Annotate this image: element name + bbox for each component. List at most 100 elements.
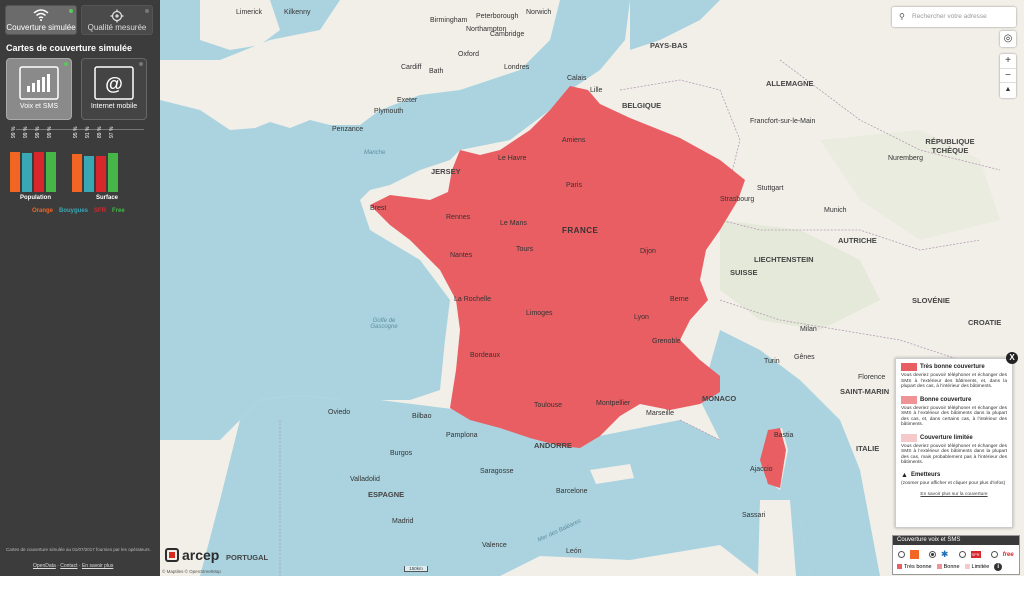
tab-couverture-simulee[interactable]: Couverture simulée [5,5,77,35]
label-marseille: Marseille [646,410,675,417]
operator-legend-free: Free [112,208,125,214]
bar-fill [34,152,44,192]
label-republique-tcheque: RÉPUBLIQUE TCHÈQUE [925,137,975,155]
label-birmingham: Birmingham [430,17,468,24]
locate-button[interactable]: ◎ [1000,31,1016,47]
label-florence: Florence [858,374,886,381]
bar-value-label: 99 % [47,126,53,138]
label-france: FRANCE [562,226,599,235]
label-londres: Londres [504,64,530,71]
label-nuremberg: Nuremberg [888,155,924,162]
radio-sfr[interactable] [959,551,967,559]
tab-qualite-mesuree[interactable]: Qualité mesurée [81,5,153,35]
legend-swatch [901,433,917,442]
signal-bars-icon [7,65,71,101]
label-espagne: ESPAGNE [368,490,405,499]
link-opendata[interactable]: OpenData [33,563,56,569]
label-le-mans: Le Mans [500,220,527,227]
bar-sfr: 89 % [96,127,106,192]
label-suisse: SUISSE [730,268,758,277]
search-input[interactable]: ⚲ Rechercher votre adresse [892,7,1016,27]
legend-swatch [901,395,917,404]
service-cards: Voix et SMS @ Internet mobile [0,53,160,120]
operator-free[interactable]: free [991,546,1014,564]
legend-text: (zoomer pour afficher et cliquer pour pl… [901,480,1006,486]
close-icon[interactable]: X [1006,352,1018,364]
legend-title: Couverture limitée [920,434,973,441]
operator-bouygues[interactable]: ✱ [929,546,948,564]
label-golfe-gascogne: Golfe de Gascogne [370,318,398,330]
bottom-bar [0,576,1024,606]
zoom-in-button[interactable]: + [1000,54,1016,68]
card-voix-sms[interactable]: Voix et SMS [6,58,72,120]
bar-value-label: 99 % [35,126,41,138]
operator-selector: ✱ SFR free [893,548,1019,562]
bar-orange: 99 % [10,127,20,192]
bar-fill [22,152,32,192]
label-munich: Munich [824,207,847,214]
legend-item-tres-bonne: Très bonne couverture Vous devriez pouvo… [901,363,1007,390]
compass-icon[interactable]: ▲ [1000,82,1016,96]
radio-bouygues[interactable] [929,551,937,559]
operator-sfr[interactable]: SFR [959,546,981,564]
operator-orange[interactable] [898,546,919,564]
label-ajaccio: Ajaccio [750,466,773,473]
label-oviedo: Oviedo [328,409,351,416]
label-manche: Manche [364,150,386,156]
label-allemagne: ALLEMAGNE [766,79,814,88]
zoom-out-button[interactable]: − [1000,68,1016,82]
coverage-bar-chart: 99 % 99 % 99 % 99 % 95 % 91 % 89 % 97 % [10,127,118,192]
link-en-savoir-plus[interactable]: En savoir plus [82,563,113,569]
link-contact[interactable]: Contact [60,563,77,569]
bar-value-label: 89 % [97,126,103,138]
card-label: Internet mobile [90,103,138,110]
legend-text: Vous devriez pouvoir téléphoner et échan… [901,405,1007,428]
label-bordeaux: Bordeaux [470,352,500,359]
label-lyon: Lyon [634,314,649,321]
label-pamplona: Pamplona [446,432,478,439]
arcep-logo-mark [165,548,179,562]
bar-value-label: 97 % [109,126,115,138]
bar-value-label: 95 % [73,126,79,138]
label-cambridge: Cambridge [490,31,525,38]
label-nantes: Nantes [450,252,473,259]
footer-note: Cartes de couverture simulée au 01/07/20… [6,547,151,552]
label-saragosse: Saragosse [480,468,514,475]
wifi-icon [6,9,76,23]
label-barcelone: Barcelone [556,488,588,495]
free-logo: free [1002,551,1014,558]
legend-item-limitee: Couverture limitée Vous devriez pouvoir … [901,433,1007,466]
radio-free[interactable] [991,551,999,559]
key-label: Limitée [971,564,990,570]
label-kilkenny: Kilkenny [284,9,311,16]
label-slovenie: SLOVÉNIE [912,296,950,305]
bar-orange: 95 % [72,127,82,192]
legend-text: Vous devriez pouvoir téléphoner et échan… [901,443,1007,466]
label-turin: Turin [764,358,780,365]
label-milan: Milan [800,326,817,333]
label-brest: Brest [370,205,387,212]
label-stuttgart: Stuttgart [757,185,784,192]
bar-group-population: 99 % 99 % 99 % 99 % [10,127,56,192]
card-internet-mobile[interactable]: @ Internet mobile [81,58,147,120]
info-icon[interactable]: i [994,563,1003,571]
bar-value-label: 99 % [11,126,17,138]
label-portugal: PORTUGAL [226,553,269,562]
radio-orange[interactable] [898,551,906,559]
bar-fill [46,152,56,192]
label-francfort: Francfort-sur-le-Main [750,118,816,125]
label-dijon: Dijon [640,248,656,255]
label-geneve: Berne [670,296,689,303]
legend-more-link[interactable]: En savoir plus sur la couverture [901,492,1007,497]
key-swatch [936,564,942,570]
inactive-dot [145,9,149,13]
bar-value-label: 91 % [85,126,91,138]
gear-icon [82,9,152,23]
legend-text: Vous devriez pouvoir téléphoner et échan… [901,373,1007,389]
tab-label: Qualité mesurée [87,23,147,32]
label-tours: Tours [516,246,534,253]
label-sassari: Sassari [742,512,766,519]
bar-fill [10,152,20,192]
operator-legend-sfr: SFR [94,208,107,214]
legend-item-emetteurs: ▲ Emetteurs (zoomer pour afficher et cliq… [901,472,1007,487]
